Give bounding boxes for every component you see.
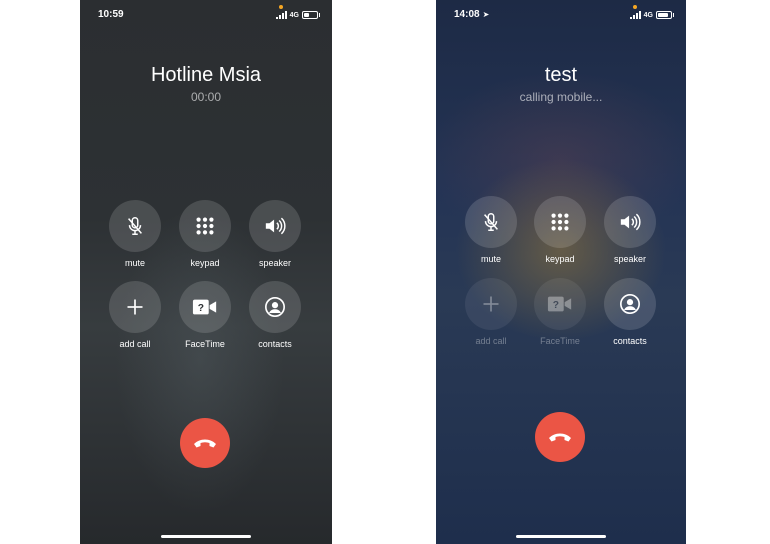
speaker-button[interactable]: speaker (235, 200, 315, 268)
active-call-dot (278, 5, 283, 9)
contacts-button[interactable]: contacts (235, 281, 315, 349)
keypad-button[interactable]: keypad (520, 196, 600, 264)
home-indicator[interactable] (161, 535, 251, 538)
muted-microphone-icon (128, 217, 142, 235)
caller-name: test (544, 64, 578, 86)
speaker-icon (265, 217, 286, 235)
call-timer: 00:00 (190, 90, 222, 104)
call-screen-right: 14:08 ➤ 4G test calling mobile... mute k… (436, 0, 686, 544)
facetime-label: FaceTime (185, 339, 225, 349)
signal-icon (275, 11, 287, 19)
svg-text:?: ? (198, 303, 204, 314)
speaker-icon (620, 213, 641, 231)
facetime-circle[interactable]: ? (179, 281, 231, 333)
network-type: 4G (643, 11, 653, 19)
speaker-circle[interactable] (249, 200, 301, 252)
add-call-circle[interactable] (109, 281, 161, 333)
contacts-button[interactable]: contacts (590, 278, 670, 346)
network-type: 4G (289, 11, 299, 19)
muted-microphone-icon (484, 213, 498, 231)
add-call-label: add call (475, 336, 507, 346)
mute-circle[interactable] (465, 196, 517, 248)
keypad-circle[interactable] (534, 196, 586, 248)
mute-button[interactable]: mute (451, 196, 531, 264)
mute-button[interactable]: mute (95, 200, 175, 268)
status-indicators: 4G (275, 5, 320, 19)
facetime-circle: ? (534, 278, 586, 330)
facetime-label: FaceTime (540, 336, 580, 346)
add-call-button[interactable]: add call (95, 281, 175, 349)
keypad-label: keypad (190, 258, 220, 268)
end-call-button[interactable] (535, 412, 585, 462)
status-time: 14:08 ➤ (454, 9, 489, 20)
mute-label: mute (480, 254, 501, 264)
battery-icon (656, 11, 674, 19)
add-call-button: add call (451, 278, 531, 346)
caller-name: Hotline Msia (150, 64, 262, 86)
signal-icon (629, 11, 641, 19)
speaker-label: speaker (613, 254, 647, 264)
contacts-circle[interactable] (604, 278, 656, 330)
contacts-label: contacts (258, 339, 292, 349)
status-indicators: 4G (629, 5, 674, 19)
facetime-camera-icon: ? (192, 299, 217, 315)
plus-icon (483, 296, 499, 312)
location-arrow-icon: ➤ (482, 10, 490, 19)
end-call-button[interactable] (180, 418, 230, 468)
keypad-label: keypad (545, 254, 575, 264)
contact-icon (620, 294, 640, 314)
add-call-circle (465, 278, 517, 330)
facetime-button: ? FaceTime (520, 278, 600, 346)
battery-icon (302, 11, 320, 19)
status-bar: 14:08 ➤ 4G (436, 5, 686, 23)
hang-up-icon (194, 439, 216, 448)
contact-icon (265, 297, 285, 317)
plus-icon (127, 299, 143, 315)
svg-text:?: ? (553, 300, 559, 311)
status-time: 10:59 (98, 9, 124, 20)
facetime-button[interactable]: ? FaceTime (165, 281, 245, 349)
keypad-circle[interactable] (179, 200, 231, 252)
home-indicator[interactable] (516, 535, 606, 538)
mute-label: mute (124, 258, 145, 268)
contacts-label: contacts (613, 336, 647, 346)
keypad-grid-icon (196, 217, 214, 235)
mute-circle[interactable] (109, 200, 161, 252)
add-call-label: add call (119, 339, 151, 349)
speaker-circle[interactable] (604, 196, 656, 248)
hang-up-icon (549, 433, 571, 442)
call-screen-left: 10:59 4G Hotline Msia 00:00 mute keypad … (80, 0, 332, 544)
speaker-label: speaker (258, 258, 292, 268)
facetime-camera-icon: ? (547, 296, 572, 312)
status-bar: 10:59 4G (80, 5, 332, 23)
active-call-dot (632, 5, 637, 9)
contacts-circle[interactable] (249, 281, 301, 333)
speaker-button[interactable]: speaker (590, 196, 670, 264)
keypad-grid-icon (551, 213, 569, 231)
status-time-text: 14:08 (454, 9, 480, 20)
call-status: calling mobile... (519, 90, 603, 104)
keypad-button[interactable]: keypad (165, 200, 245, 268)
